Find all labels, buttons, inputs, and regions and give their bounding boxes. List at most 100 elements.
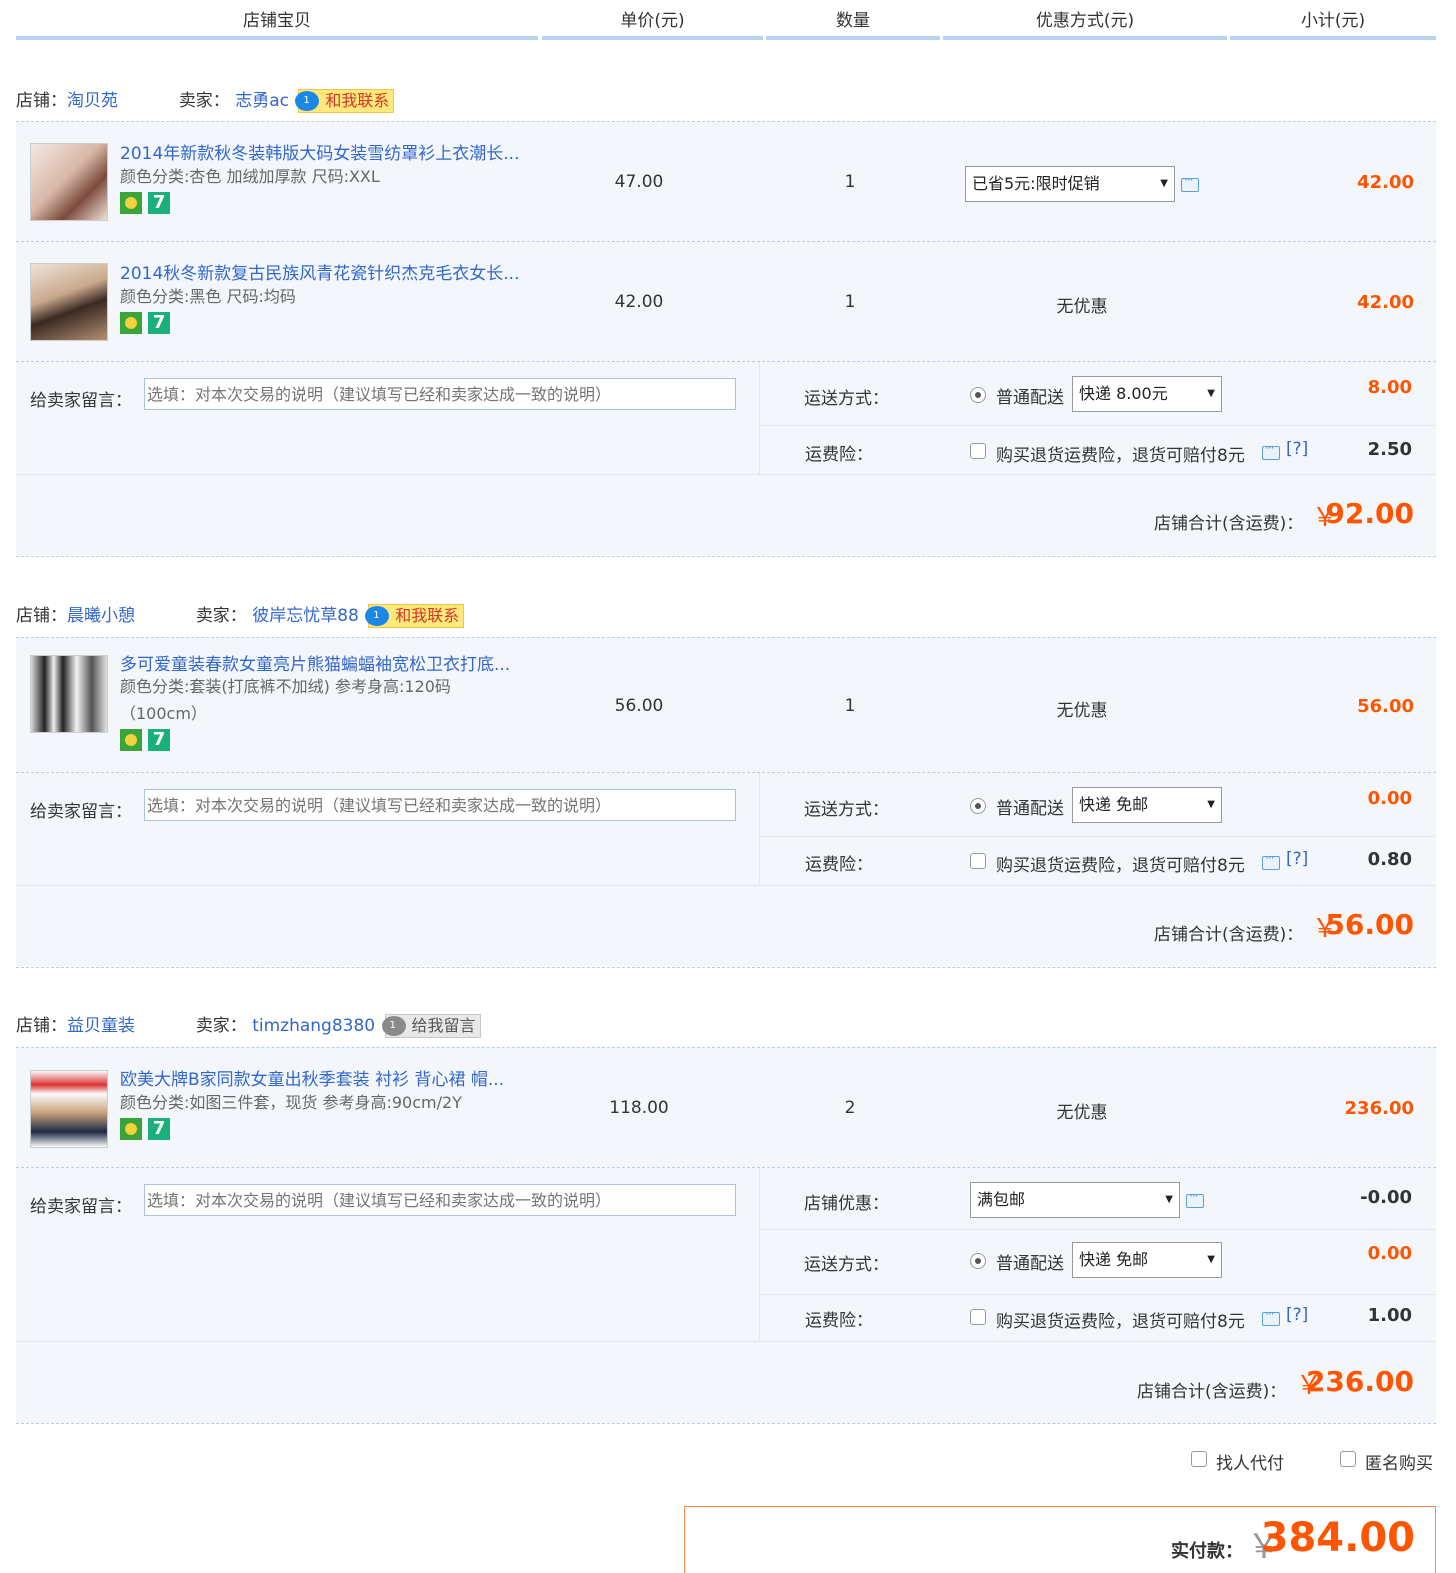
message-area: 给卖家留言： bbox=[16, 362, 760, 474]
insurance-text: 购买退货运费险，退货可赔付8元 bbox=[996, 1312, 1245, 1332]
shop-label: 店铺： bbox=[16, 1016, 67, 1036]
insurance-checkbox[interactable] bbox=[970, 1309, 986, 1325]
order-item-row: 多可爱童装春款女童亮片熊猫蝙蝠袖宽松卫衣打底... 颜色分类:套装(打底裤不加绒… bbox=[16, 638, 1436, 772]
header-col-promo: 优惠方式(元) bbox=[943, 6, 1227, 40]
leave-message-button[interactable]: 给我留言 bbox=[381, 1014, 481, 1038]
guarantee-badge-icon bbox=[120, 1118, 142, 1140]
service-badges: 7 bbox=[120, 312, 176, 336]
dropdown-arrow-icon: ▼ bbox=[1160, 178, 1168, 189]
product-title-link[interactable]: 2014年新款秋冬装韩版大码女装雪纺罩衫上衣潮长... bbox=[120, 139, 519, 164]
unit-price: 56.00 bbox=[614, 696, 664, 716]
product-title-link[interactable]: 2014秋冬新款复古民族风青花瓷针织杰克毛衣女长... bbox=[120, 259, 519, 284]
quantity: 1 bbox=[844, 172, 856, 192]
shop-total-label: 店铺合计(含运费)： bbox=[1154, 925, 1304, 945]
guarantee-badge-icon bbox=[120, 192, 142, 214]
insurance-info-icon[interactable] bbox=[1262, 441, 1280, 460]
shipping-radio[interactable] bbox=[970, 1253, 986, 1269]
product-sku: 颜色分类:黑色 尺码:均码 bbox=[120, 287, 296, 306]
service-badges: 7 bbox=[120, 729, 176, 753]
store-discount-select[interactable]: 满包邮 ▼ bbox=[970, 1182, 1180, 1218]
shipping-radio[interactable] bbox=[970, 387, 986, 403]
shop-info-1: 店铺：淘贝苑 卖家： 志勇ac 和我联系 bbox=[16, 86, 395, 116]
insurance-checkbox[interactable] bbox=[970, 443, 986, 459]
shipping-radio[interactable] bbox=[970, 798, 986, 814]
shipping-select[interactable]: 快递 免邮 ▼ bbox=[1072, 1242, 1222, 1278]
promo-select[interactable]: 已省5元:限时促销 ▼ bbox=[965, 166, 1175, 202]
contact-seller-button[interactable]: 和我联系 bbox=[295, 89, 395, 113]
shipping-label: 运送方式： bbox=[804, 389, 889, 409]
table-header: 店铺宝贝 单价(元) 数量 优惠方式(元) 小计(元) bbox=[0, 0, 1456, 44]
shop-section-2: 多可爱童装春款女童亮片熊猫蝙蝠袖宽松卫衣打底... 颜色分类:套装(打底裤不加绒… bbox=[16, 637, 1436, 968]
item-subtotal: 56.00 bbox=[1357, 696, 1414, 717]
payment-amount: 384.00 bbox=[1260, 1515, 1415, 1561]
product-sku-cont: （100cm） bbox=[120, 704, 207, 723]
service-badges: 7 bbox=[120, 192, 176, 216]
product-sku: 颜色分类:套装(打底裤不加绒) 参考身高:120码 bbox=[120, 677, 451, 696]
seller-name-link[interactable]: 志勇ac bbox=[235, 91, 289, 111]
header-col-subtotal: 小计(元) bbox=[1230, 6, 1436, 40]
seven-day-return-icon: 7 bbox=[148, 312, 170, 334]
insurance-info-icon[interactable] bbox=[1262, 851, 1280, 870]
insurance-checkbox[interactable] bbox=[970, 853, 986, 869]
shipping-select[interactable]: 快递 8.00元 ▼ bbox=[1072, 376, 1222, 412]
anonymous-label: 匿名购买 bbox=[1365, 1454, 1433, 1474]
anonymous-checkbox[interactable] bbox=[1340, 1451, 1356, 1467]
shipping-panel: 运送方式： 普通配送 快递 8.00元 ▼ 8.00 运费险： 购买退货运费险，退… bbox=[760, 362, 1436, 474]
service-badges: 7 bbox=[120, 1118, 176, 1142]
message-input[interactable] bbox=[144, 378, 736, 410]
product-image[interactable] bbox=[30, 143, 108, 221]
guarantee-badge-icon bbox=[120, 729, 142, 751]
shipping-panel: 运送方式： 普通配送 快递 免邮 ▼ 0.00 运费险： 购买退货运费险，退货可赔… bbox=[760, 773, 1436, 885]
shipping-option-text: 普通配送 bbox=[996, 1254, 1064, 1274]
proxy-pay-checkbox[interactable] bbox=[1191, 1451, 1207, 1467]
message-input[interactable] bbox=[144, 1184, 736, 1216]
store-discount-value: -0.00 bbox=[1360, 1187, 1412, 1208]
shop-total-row: 店铺合计(含运费)： ￥ 56.00 bbox=[16, 886, 1436, 966]
discount-info-icon[interactable] bbox=[1186, 1189, 1204, 1208]
promo-info-icon[interactable] bbox=[1181, 173, 1199, 192]
header-col-qty: 数量 bbox=[766, 6, 940, 40]
seller-label: 卖家： bbox=[178, 91, 230, 111]
message-label: 给卖家留言： bbox=[30, 1197, 132, 1217]
insurance-label: 运费险： bbox=[805, 855, 873, 875]
shop-total-label: 店铺合计(含运费)： bbox=[1154, 514, 1304, 534]
seller-name-link[interactable]: timzhang8380 bbox=[252, 1016, 375, 1036]
proxy-pay-label: 找人代付 bbox=[1216, 1454, 1284, 1474]
shipping-fee: 0.00 bbox=[1367, 1243, 1412, 1264]
shipping-label: 运送方式： bbox=[804, 1255, 889, 1275]
shipping-select[interactable]: 快递 免邮 ▼ bbox=[1072, 787, 1222, 823]
shop-total-value: 92.00 bbox=[1325, 497, 1414, 530]
insurance-help-link[interactable]: [?] bbox=[1286, 1305, 1308, 1325]
product-title-link[interactable]: 多可爱童装春款女童亮片熊猫蝙蝠袖宽松卫衣打底... bbox=[120, 650, 510, 675]
insurance-help-link[interactable]: [?] bbox=[1286, 439, 1308, 459]
shop-total-value: 56.00 bbox=[1325, 908, 1414, 941]
payment-options: 找人代付 匿名购买 bbox=[0, 1446, 1456, 1476]
shop-label: 店铺： bbox=[16, 606, 67, 626]
shop-name-link[interactable]: 益贝童装 bbox=[67, 1016, 135, 1036]
product-image[interactable] bbox=[30, 655, 108, 733]
dropdown-arrow-icon: ▼ bbox=[1165, 1194, 1173, 1205]
seller-name-link[interactable]: 彼岸忘忧草88 bbox=[252, 606, 359, 626]
shop-label: 店铺： bbox=[16, 91, 67, 111]
seven-day-return-icon: 7 bbox=[148, 192, 170, 214]
seven-day-return-icon: 7 bbox=[148, 1118, 170, 1140]
unit-price: 42.00 bbox=[614, 292, 664, 312]
message-input[interactable] bbox=[144, 789, 736, 821]
insurance-info-icon[interactable] bbox=[1262, 1307, 1280, 1326]
product-title-link[interactable]: 欧美大牌B家同款女童出秋季套装 衬衫 背心裙 帽... bbox=[120, 1065, 504, 1090]
shipping-option-text: 普通配送 bbox=[996, 388, 1064, 408]
quantity: 1 bbox=[844, 292, 856, 312]
insurance-help-link[interactable]: [?] bbox=[1286, 849, 1308, 869]
quantity: 2 bbox=[844, 1098, 856, 1118]
unit-price: 47.00 bbox=[614, 172, 664, 192]
header-col-item: 店铺宝贝 bbox=[16, 6, 538, 40]
insurance-label: 运费险： bbox=[805, 445, 873, 465]
insurance-fee: 2.50 bbox=[1367, 439, 1412, 460]
shop-name-link[interactable]: 晨曦小憩 bbox=[67, 606, 135, 626]
order-item-row: 2014年新款秋冬装韩版大码女装雪纺罩衫上衣潮长... 颜色分类:杏色 加绒加厚… bbox=[16, 122, 1436, 241]
product-image[interactable] bbox=[30, 263, 108, 341]
contact-seller-button[interactable]: 和我联系 bbox=[365, 604, 465, 628]
shop-name-link[interactable]: 淘贝苑 bbox=[67, 91, 118, 111]
product-image[interactable] bbox=[30, 1070, 108, 1148]
item-subtotal: 42.00 bbox=[1357, 172, 1414, 193]
